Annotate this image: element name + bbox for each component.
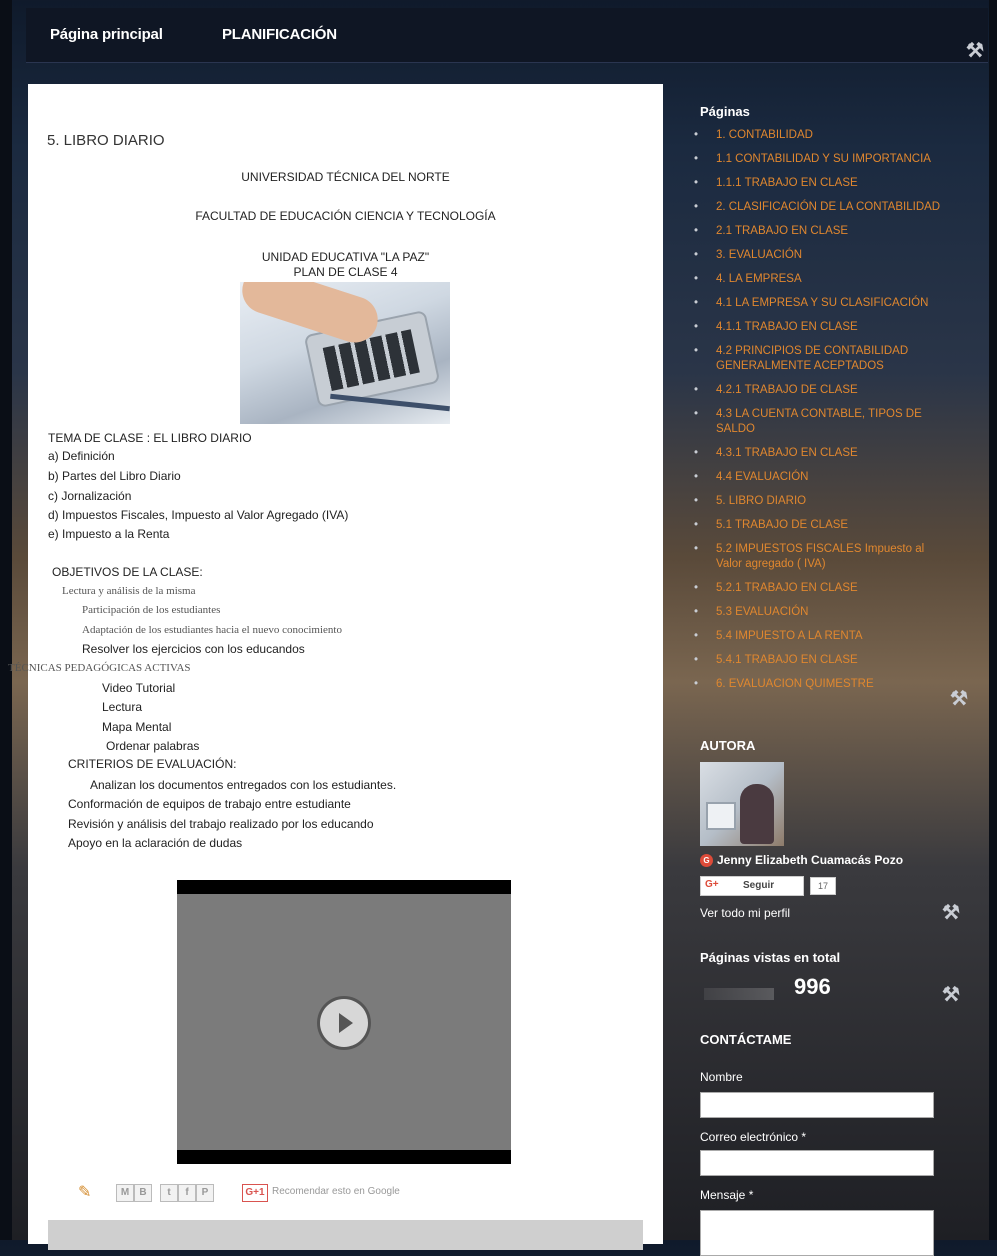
avatar-monitor-shape bbox=[706, 802, 736, 830]
page-link[interactable]: 4.3 LA CUENTA CONTABLE, TIPOS DE SALDO bbox=[690, 407, 950, 437]
calculator-keys bbox=[322, 329, 420, 392]
message-label: Mensaje * bbox=[700, 1188, 754, 1202]
play-icon[interactable] bbox=[320, 999, 368, 1047]
views-sparkline bbox=[704, 988, 774, 1000]
criteria-item: Apoyo en la aclaración de dudas bbox=[68, 836, 243, 850]
pages-list: 1. CONTABILIDAD 1.1 CONTABILIDAD Y SU IM… bbox=[690, 128, 950, 701]
page-link[interactable]: 5.2 IMPUESTOS FISCALES Impuesto al Valor… bbox=[690, 542, 950, 572]
wrench-icon[interactable]: ⚒ bbox=[942, 900, 960, 925]
university-name: UNIVERSIDAD TÉCNICA DEL NORTE bbox=[241, 170, 450, 184]
page-link[interactable]: 5.4 IMPUESTO A LA RENTA bbox=[690, 629, 950, 644]
avatar-person-shape bbox=[740, 784, 774, 844]
embedded-video[interactable] bbox=[177, 880, 511, 1164]
page-link[interactable]: 2. CLASIFICACIÓN DE LA CONTABILIDAD bbox=[690, 200, 950, 215]
twitter-share-icon[interactable]: t bbox=[160, 1184, 178, 1202]
objectives-heading: OBJETIVOS DE LA CLASE: bbox=[52, 565, 203, 579]
criteria-heading: CRITERIOS DE EVALUACIÓN: bbox=[68, 757, 237, 771]
wrench-icon[interactable]: ⚒ bbox=[950, 686, 968, 711]
objective-item: Participación de los estudiantes bbox=[82, 604, 221, 616]
page-link[interactable]: 1. CONTABILIDAD bbox=[690, 128, 950, 143]
page-link[interactable]: 4.2.1 TRABAJO DE CLASE bbox=[690, 383, 950, 398]
topic-item: b) Partes del Libro Diario bbox=[48, 469, 181, 483]
contact-heading: CONTÁCTAME bbox=[700, 1032, 792, 1047]
email-share-icon[interactable]: M bbox=[116, 1184, 134, 1202]
page-link[interactable]: 2.1 TRABAJO EN CLASE bbox=[690, 224, 950, 239]
page-link[interactable]: 4.3.1 TRABAJO EN CLASE bbox=[690, 446, 950, 461]
objective-item: Lectura y análisis de la misma bbox=[62, 585, 196, 597]
page-link[interactable]: 1.1 CONTABILIDAD Y SU IMPORTANCIA bbox=[690, 152, 950, 167]
technique-item: Lectura bbox=[102, 700, 143, 714]
views-counter: 996 bbox=[794, 974, 831, 999]
post-title: 5. LIBRO DIARIO bbox=[47, 132, 165, 149]
follower-count: 17 bbox=[810, 877, 836, 895]
objective-item: Adaptación de los estudiantes hacia el n… bbox=[82, 624, 342, 636]
page-link[interactable]: 4.4 EVALUACIÓN bbox=[690, 470, 950, 485]
views-heading: Páginas vistas en total bbox=[700, 950, 841, 965]
wrench-icon[interactable]: ⚒ bbox=[966, 38, 984, 63]
follow-label: Seguir bbox=[743, 880, 775, 891]
topic-item: a) Definición bbox=[48, 449, 115, 463]
comments-bar bbox=[48, 1220, 643, 1250]
page-link[interactable]: 4.1.1 TRABAJO EN CLASE bbox=[690, 320, 950, 335]
page-link[interactable]: 6. EVALUACION QUIMESTRE bbox=[690, 677, 950, 692]
right-frame bbox=[989, 0, 997, 1240]
profile-link[interactable]: Ver todo mi perfil bbox=[700, 906, 790, 920]
page-link[interactable]: 4.1 LA EMPRESA Y SU CLASIFICACIÓN bbox=[690, 296, 950, 311]
email-input[interactable] bbox=[700, 1150, 934, 1176]
criteria-item: Revisión y análisis del trabajo realizad… bbox=[68, 817, 374, 831]
topic-item: d) Impuestos Fiscales, Impuesto al Valor… bbox=[48, 508, 349, 522]
technique-item: Mapa Mental bbox=[102, 720, 172, 734]
google-plus-button[interactable]: G+1 bbox=[242, 1184, 268, 1202]
topic-item: e) Impuesto a la Renta bbox=[48, 527, 170, 541]
video-screen[interactable] bbox=[177, 894, 511, 1150]
facebook-share-icon[interactable]: f bbox=[178, 1184, 196, 1202]
class-topic: TEMA DE CLASE : EL LIBRO DIARIO bbox=[48, 431, 252, 445]
nav-home-link[interactable]: Página principal bbox=[50, 26, 163, 43]
edit-pencil-icon[interactable]: ✎ bbox=[78, 1182, 91, 1202]
author-avatar[interactable] bbox=[700, 762, 784, 846]
recommend-text: Recomendar esto en Google bbox=[272, 1186, 400, 1197]
follow-button[interactable]: G+ Seguir bbox=[700, 876, 804, 896]
nav-planning-link[interactable]: PLANIFICACIÓN bbox=[222, 26, 337, 43]
left-frame bbox=[0, 0, 12, 1240]
name-label: Nombre bbox=[700, 1070, 743, 1084]
author-name[interactable]: Jenny Elizabeth Cuamacás Pozo bbox=[717, 853, 903, 867]
page-link[interactable]: 3. EVALUACIÓN bbox=[690, 248, 950, 263]
page-link[interactable]: 5.2.1 TRABAJO EN CLASE bbox=[690, 581, 950, 596]
top-nav-bar: Página principal PLANIFICACIÓN bbox=[26, 8, 988, 63]
author-heading: AUTORA bbox=[700, 738, 756, 753]
objective-item: Resolver los ejercicios con los educando… bbox=[82, 642, 305, 656]
name-input[interactable] bbox=[700, 1092, 934, 1118]
topic-item: c) Jornalización bbox=[48, 489, 132, 503]
page-link[interactable]: 4.2 PRINCIPIOS DE CONTABILIDAD GENERALME… bbox=[690, 344, 950, 374]
page-link[interactable]: 4. LA EMPRESA bbox=[690, 272, 950, 287]
wrench-icon[interactable]: ⚒ bbox=[942, 982, 960, 1007]
pages-heading: Páginas bbox=[700, 104, 750, 119]
page-link[interactable]: 5.3 EVALUACIÓN bbox=[690, 605, 950, 620]
faculty-name: FACULTAD DE EDUCACIÓN CIENCIA Y TECNOLOG… bbox=[195, 209, 496, 223]
follow-gplus-label: G+ bbox=[705, 879, 719, 890]
criteria-item: Conformación de equipos de trabajo entre… bbox=[68, 797, 351, 811]
pen-shape bbox=[330, 393, 450, 412]
technique-item: Video Tutorial bbox=[102, 681, 176, 695]
unit-name: UNIDAD EDUCATIVA "LA PAZ" bbox=[261, 250, 430, 264]
technique-item: Ordenar palabras bbox=[106, 739, 200, 753]
pinterest-share-icon[interactable]: P bbox=[196, 1184, 214, 1202]
google-plus-icon: G bbox=[700, 854, 713, 867]
criteria-item: Analizan los documentos entregados con l… bbox=[90, 778, 397, 792]
post-container: 5. LIBRO DIARIO UNIVERSIDAD TÉCNICA DEL … bbox=[8, 84, 663, 1250]
blog-share-icon[interactable]: B bbox=[134, 1184, 152, 1202]
page-link[interactable]: 5.1 TRABAJO DE CLASE bbox=[690, 518, 950, 533]
class-plan: PLAN DE CLASE 4 bbox=[293, 265, 398, 279]
page-link[interactable]: 5.4.1 TRABAJO EN CLASE bbox=[690, 653, 950, 668]
email-label: Correo electrónico * bbox=[700, 1130, 807, 1144]
message-input[interactable] bbox=[700, 1210, 934, 1256]
page-link[interactable]: 1.1.1 TRABAJO EN CLASE bbox=[690, 176, 950, 191]
techniques-heading: TÉCNICAS PEDAGÓGICAS ACTIVAS bbox=[8, 662, 191, 674]
page-link[interactable]: 5. LIBRO DIARIO bbox=[690, 494, 950, 509]
calculator-image bbox=[240, 282, 450, 424]
